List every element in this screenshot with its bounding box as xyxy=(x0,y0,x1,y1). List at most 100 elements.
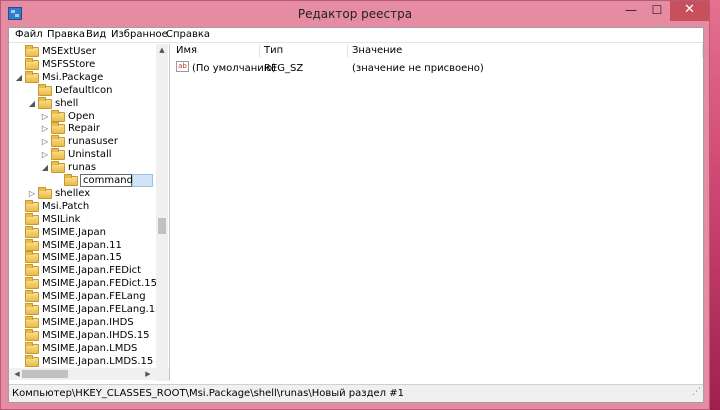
tree-item[interactable]: ◢ shell xyxy=(9,96,155,110)
folder-icon xyxy=(25,315,39,328)
close-button[interactable]: ✕ xyxy=(670,1,709,21)
scroll-up-icon[interactable]: ▲ xyxy=(156,44,168,56)
tree-item-label: MSIME.Japan.11 xyxy=(42,239,122,251)
menu-favorites[interactable]: Избранное xyxy=(111,29,168,40)
tree-item[interactable]: MSFSStore xyxy=(9,57,155,71)
tree-item[interactable]: command xyxy=(9,174,155,187)
expand-arrow-icon[interactable]: ▷ xyxy=(41,148,49,161)
tree-item[interactable]: MSIME.Japan.LMDS xyxy=(9,341,155,355)
expand-arrow-icon[interactable]: ▷ xyxy=(41,110,49,123)
folder-icon xyxy=(51,161,65,174)
tree-item[interactable]: Msi.Patch xyxy=(9,199,155,213)
column-name[interactable]: Имя xyxy=(172,44,260,58)
folder-icon xyxy=(38,96,52,109)
tree-item[interactable]: ◢ runas xyxy=(9,161,155,174)
collapse-arrow-icon[interactable]: ◢ xyxy=(15,71,23,84)
value-data[interactable]: (значение не присвоено) xyxy=(352,63,484,74)
tree-item[interactable]: MSIME.Japan.15 xyxy=(9,251,155,264)
tree-item[interactable]: ▷ runasuser xyxy=(9,135,155,148)
minimize-button[interactable]: — xyxy=(618,1,644,21)
tree-item[interactable]: MSIME.Japan xyxy=(9,225,155,239)
folder-icon xyxy=(64,174,78,186)
tree-item-label: MSExtUser xyxy=(42,46,96,57)
tree-item[interactable]: ▷ Open xyxy=(9,109,155,123)
tree-item-label: Msi.Package xyxy=(42,71,104,83)
tree-item-label: MSIME.Japan.FEDict.15 xyxy=(42,278,157,290)
tree-item-label: runasuser xyxy=(68,136,118,148)
tree-item[interactable]: MSIME.Japan.IHDS.15 xyxy=(9,328,155,342)
tree-item[interactable]: ▷ Uninstall xyxy=(9,148,155,161)
column-type[interactable]: Тип xyxy=(260,44,348,58)
tree-item-label: MSIME.Japan.FELang xyxy=(42,291,146,303)
tree-item-label: runas xyxy=(68,162,97,174)
tree-item[interactable]: MSIME.Japan.FELang xyxy=(9,290,155,303)
folder-icon xyxy=(25,303,39,315)
folder-icon xyxy=(51,135,65,148)
menu-edit[interactable]: Правка xyxy=(47,29,85,40)
registry-key-tree[interactable]: MSIME.Japan.LMDS.15 MSIME.Japan.LMDS MSIME… xyxy=(9,44,170,381)
tree-item[interactable]: MSIME.Japan.IHDS xyxy=(9,315,155,329)
tree-item-label: MSIME.Japan.IHDS xyxy=(42,316,134,328)
folder-icon xyxy=(25,199,39,212)
menu-view[interactable]: Вид xyxy=(86,29,106,40)
column-value[interactable]: Значение xyxy=(348,44,703,58)
menu-help[interactable]: Справка xyxy=(166,29,210,40)
registry-editor-window: Редактор реестра — ☐ ✕ Файл Правка Вид И… xyxy=(0,0,710,410)
tree-item[interactable]: MSILink xyxy=(9,212,155,226)
client-area: Файл Правка Вид Избранное Справка MSIME.… xyxy=(8,27,704,403)
title-bar[interactable]: Редактор реестра — ☐ ✕ xyxy=(1,1,709,27)
tree-item-label: MSIME.Japan.FELang.15 xyxy=(42,304,162,315)
folder-icon xyxy=(25,225,39,238)
tree-horizontal-scrollbar[interactable]: ◀ ▶ xyxy=(9,368,169,380)
tree-item[interactable]: ▷ Repair xyxy=(9,122,155,135)
folder-icon xyxy=(25,70,39,83)
tree-item-label: shell xyxy=(55,97,79,109)
menu-file[interactable]: Файл xyxy=(15,29,43,40)
tree-item-label: MSIME.Japan xyxy=(42,226,106,238)
folder-icon xyxy=(25,251,39,264)
tree-item-label: MSILink xyxy=(42,213,81,225)
tree-item[interactable]: ◢ Msi.Package xyxy=(9,70,155,84)
expand-arrow-icon[interactable]: ▷ xyxy=(28,187,36,200)
tree-item[interactable]: MSIME.Japan.FEDict xyxy=(9,264,155,277)
tree-item[interactable]: MSIME.Japan.LMDS.15 xyxy=(9,354,155,368)
tree-item-label: MSFSStore xyxy=(42,58,96,70)
value-type[interactable]: REG_SZ xyxy=(264,63,303,74)
folder-icon xyxy=(51,109,65,122)
expand-arrow-icon[interactable]: ▷ xyxy=(41,135,49,148)
scroll-right-icon[interactable]: ▶ xyxy=(142,368,154,380)
tree-item-label: Open xyxy=(68,110,95,122)
folder-icon xyxy=(25,238,39,251)
expand-arrow-icon[interactable]: ▷ xyxy=(41,122,49,135)
tree-item-label: MSIME.Japan.LMDS xyxy=(42,342,138,354)
folder-icon xyxy=(25,57,39,70)
tree-item-label: Repair xyxy=(68,123,101,135)
maximize-button[interactable]: ☐ xyxy=(644,1,670,21)
values-list[interactable]: Имя Тип Значение ab (По умолчанию) REG_S… xyxy=(172,44,703,381)
tree-item-label: shellex xyxy=(55,187,91,199)
scroll-thumb[interactable] xyxy=(158,218,166,234)
folder-icon xyxy=(25,212,39,225)
tree-item[interactable]: MSIME.Japan.FEDict.15 xyxy=(9,277,157,290)
tree-item[interactable]: MSExtUser xyxy=(9,45,155,58)
tree-item[interactable]: MSIME.Japan.11 xyxy=(9,238,155,252)
tree-item-label: DefaultIcon xyxy=(55,84,113,96)
selection-highlight xyxy=(132,174,153,187)
tree-item-label: MSIME.Japan.15 xyxy=(42,252,122,264)
resize-grip-icon[interactable]: ⋰ xyxy=(692,383,701,401)
tree-vertical-scrollbar[interactable]: ▲ ▼ xyxy=(156,44,168,381)
scroll-thumb-horizontal[interactable] xyxy=(22,370,68,378)
status-path: Компьютер\HKEY_CLASSES_ROOT\Msi.Package\… xyxy=(12,388,404,399)
tree-item-label: MSIME.Japan.IHDS.15 xyxy=(42,329,150,341)
tree-item[interactable]: DefaultIcon xyxy=(9,83,155,97)
collapse-arrow-icon[interactable]: ◢ xyxy=(28,97,36,110)
folder-icon xyxy=(51,122,65,135)
folder-icon xyxy=(38,83,52,96)
folder-icon xyxy=(25,341,39,354)
tree-item-label: MSIME.Japan.LMDS.15 xyxy=(42,355,154,367)
tree-item[interactable]: MSIME.Japan.FELang.15 xyxy=(9,303,161,316)
collapse-arrow-icon[interactable]: ◢ xyxy=(41,161,49,174)
tree-item[interactable]: ▷ shellex xyxy=(9,186,155,200)
folder-icon xyxy=(51,148,65,161)
rename-key-input[interactable]: command xyxy=(80,174,133,187)
